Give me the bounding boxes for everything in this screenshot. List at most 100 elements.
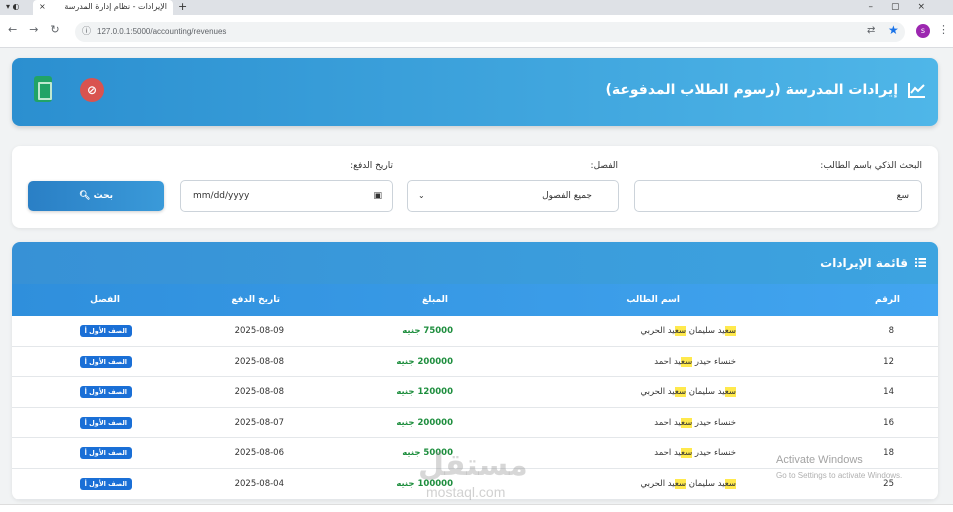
row-class-badge: الصف الأول أ [79,447,132,460]
row-student-name: سعيد سليمان سعيد الحربي [641,326,736,336]
url-field[interactable]: 127.0.0.1:5000/accounting/revenues [75,22,905,42]
table-row[interactable]: 14 سعيد سليمان سعيد الحربي 120000 جنيه 2025… [12,377,938,408]
row-class-badge: الصف الأول أ [79,355,132,368]
row-amount: 75000 جنيه [402,326,453,336]
name-fragment: خنساء حيدر [692,448,736,459]
tab-title: الإيرادات - نظام إدارة المدرسة [64,2,167,11]
column-header-student: اسم الطالب [626,295,680,305]
row-class-badge: الصف الأول أ [79,416,132,429]
table-row[interactable]: 16 خنساء حيدر سعيد احمد 200000 جنيه 2025-08… [12,408,938,439]
name-fragment: يد الحربي [640,479,675,489]
student-search-label: البحث الذكي باسم الطالب: [820,161,922,171]
search-highlight: سع [724,479,736,489]
window-controls[interactable]: –▢× [868,0,943,14]
revenue-list-title: قائمة الإيرادات [820,256,908,270]
name-fragment: يد احمد [654,417,681,428]
search-highlight: سع [674,326,687,336]
mostaql-watermark-url: mostaql.com [426,484,506,500]
chevron-down-icon: ⌄ [418,191,425,200]
row-student-name: سعيد سليمان سعيد الحربي [640,387,736,398]
search-highlight: سع [680,356,693,367]
column-header-id: الرقم [874,295,900,305]
row-payment-date: 2025-08-08 [234,356,284,367]
student-search-input[interactable]: سع [634,180,922,212]
name-fragment: يد احمد [654,448,681,459]
search-button[interactable]: بحث 🔍︎ [28,181,164,211]
table-row[interactable]: 12 خنساء حيدر سعيد احمد 200000 جنيه 2025-08… [12,347,938,378]
row-amount: 200000 جنيه [396,417,453,428]
row-id: 8 [888,326,894,336]
page-title: إيرادات المدرسة (رسوم الطلاب المدفوعة) [605,82,898,98]
bookmark-star-icon[interactable]: ★ [888,23,899,37]
profile-avatar[interactable]: s [916,24,930,38]
class-filter-value: جميع الفصول [542,191,592,201]
search-highlight: سع [724,387,736,398]
row-amount: 120000 جنيه [396,387,453,398]
pdf-export-icon[interactable]: ⊘ [80,78,104,102]
activate-windows-subtitle: Go to Settings to activate Windows. [776,471,903,480]
table-header: الرقم اسم الطالب المبلغ تاريخ الدفع الفص… [12,284,938,316]
row-class-badge: الصف الأول أ [79,386,132,399]
name-fragment: يد احمد [654,356,681,367]
search-highlight: سع [674,387,687,398]
column-header-amount: المبلغ [422,295,448,305]
row-payment-date: 2025-08-08 [234,387,284,398]
page-header: إيرادات المدرسة (رسوم الطلاب المدفوعة) ⊘ [12,58,938,126]
row-payment-date: 2025-08-07 [234,417,284,428]
search-button-label: بحث [93,191,113,201]
row-payment-date: 2025-08-06 [234,448,284,459]
name-fragment: يد سليمان [686,326,725,336]
row-payment-date: 2025-08-09 [234,326,284,336]
column-header-class: الفصل [90,295,120,305]
row-id: 14 [883,387,894,398]
tab-search-icon[interactable]: ▾ ◐ [6,0,20,14]
page-content: إيرادات المدرسة (رسوم الطلاب المدفوعة) ⊘… [0,48,953,512]
nav-buttons[interactable]: ←→↻ [8,23,72,36]
browser-tab[interactable]: الإيرادات - نظام إدارة المدرسة × [33,0,173,15]
mostaql-watermark: مستقل [418,448,528,483]
date-placeholder: mm/dd/yyyy [193,191,250,201]
class-filter-select[interactable]: جميع الفصول ⌄ [407,180,619,212]
class-filter-label: الفصل: [590,161,618,171]
activate-windows-title: Activate Windows [776,454,863,466]
search-highlight: سع [724,326,736,336]
taskbar-strip [0,504,953,512]
translate-icon[interactable]: ⇄ [867,25,875,36]
column-header-date: تاريخ الدفع [231,295,280,305]
name-fragment: يد سليمان [686,387,725,398]
row-student-name: خنساء حيدر سعيد احمد [654,417,736,428]
name-fragment: يد الحربي [640,387,675,398]
row-class-badge: الصف الأول أ [79,478,132,490]
close-tab-icon[interactable]: × [39,0,46,14]
revenue-list-header: قائمة الإيرادات [12,242,938,284]
row-id: 12 [883,356,894,367]
browser-tab-bar: ▾ ◐ الإيرادات - نظام إدارة المدرسة × + –… [0,0,953,15]
search-highlight: سع [680,448,693,459]
site-info-icon[interactable]: ⓘ [82,24,91,37]
row-payment-date: 2025-08-04 [234,479,284,489]
name-fragment: يد سليمان [686,479,725,489]
calendar-icon[interactable]: ▣ [373,181,382,211]
address-bar: ←→↻ 127.0.0.1:5000/accounting/revenues ⓘ… [0,15,953,48]
row-class-badge: الصف الأول أ [79,325,132,337]
row-id: 18 [883,448,894,459]
search-icon: 🔍︎ [79,191,91,201]
name-fragment: خنساء حيدر [692,417,736,428]
list-icon [915,258,926,267]
row-amount: 200000 جنيه [396,356,453,367]
payment-date-label: تاريخ الدفع: [350,161,393,171]
row-student-name: خنساء حيدر سعيد احمد [654,448,736,459]
row-id: 25 [883,479,894,489]
payment-date-input[interactable]: mm/dd/yyyy ▣ [180,180,393,212]
filter-panel: البحث الذكي باسم الطالب: سع الفصل: جميع … [12,146,938,228]
new-tab-button[interactable]: + [178,0,187,14]
name-fragment: خنساء حيدر [692,356,736,367]
browser-menu-icon[interactable]: ⋮ [938,23,949,36]
table-row[interactable]: 8 سعيد سليمان سعيد الحربي 75000 جنيه 2025-0… [12,316,938,347]
row-student-name: خنساء حيدر سعيد احمد [654,356,736,367]
name-fragment: يد الحربي [640,326,675,336]
search-highlight: سع [680,417,693,428]
row-student-name: سعيد سليمان سعيد الحربي [641,479,736,489]
search-highlight: سع [674,479,687,489]
excel-export-icon[interactable] [34,76,52,102]
